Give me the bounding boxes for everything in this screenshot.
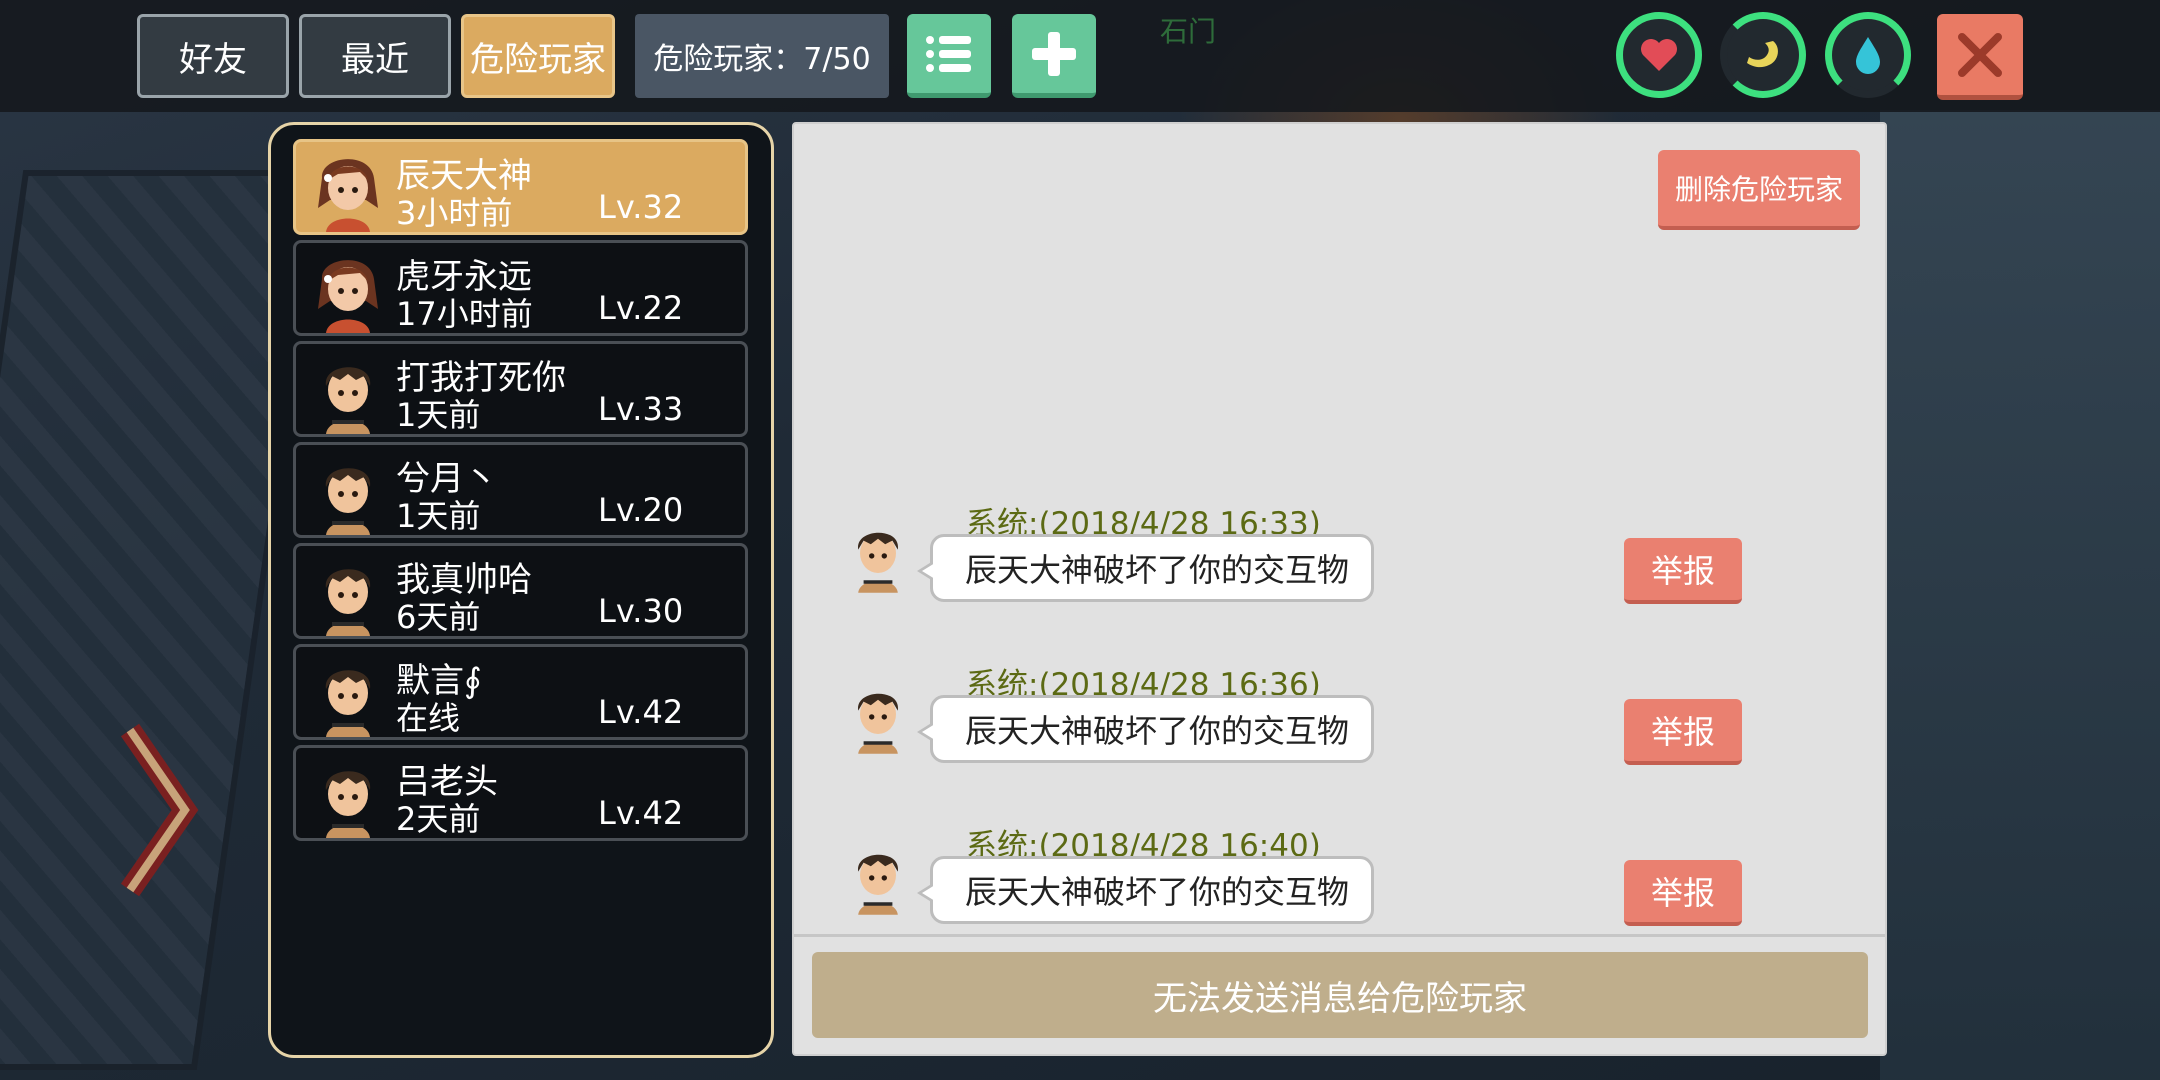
hunger-stat[interactable] <box>1720 12 1806 98</box>
male-avatar <box>858 854 898 915</box>
player-level: Lv.20 <box>598 491 684 529</box>
player-level: Lv.42 <box>598 794 684 832</box>
player-level: Lv.32 <box>598 188 684 226</box>
player-row[interactable]: 兮月丶 1天前 Lv.20 <box>293 442 748 538</box>
add-button[interactable] <box>1012 14 1096 98</box>
send-disabled-bar: 无法发送消息给危险玩家 <box>812 952 1868 1038</box>
close-button[interactable] <box>1937 14 2023 100</box>
player-row[interactable]: 打我打死你 1天前 Lv.33 <box>293 341 748 437</box>
female-avatar <box>318 159 378 232</box>
male-avatar <box>325 569 371 636</box>
water-drop-icon <box>1856 37 1880 74</box>
report-button[interactable]: 举报 <box>1624 699 1742 765</box>
message-item: 系统:(2018/4/28 16:33) 辰天大神破坏了你的交互物 举报 <box>842 498 1742 608</box>
male-avatar <box>325 367 371 434</box>
male-avatar <box>325 771 371 838</box>
divider <box>794 934 1885 937</box>
female-avatar <box>318 260 378 333</box>
close-icon <box>1958 32 2002 77</box>
player-row[interactable]: 我真帅哈 6天前 Lv.30 <box>293 543 748 639</box>
heart-icon <box>1641 39 1677 71</box>
player-last-seen: 1天前 <box>396 497 481 535</box>
plus-icon <box>1032 31 1076 76</box>
player-last-seen: 1天前 <box>396 396 481 434</box>
message-bubble: 辰天大神破坏了你的交互物 <box>916 856 1375 924</box>
tab-friends[interactable]: 好友 <box>137 14 289 98</box>
male-avatar <box>858 693 898 754</box>
player-level: Lv.33 <box>598 390 684 428</box>
message-item: 系统:(2018/4/28 16:40) 辰天大神破坏了你的交互物 举报 <box>842 820 1742 930</box>
list-icon <box>926 35 971 72</box>
player-level: Lv.30 <box>598 592 684 630</box>
player-last-seen: 2天前 <box>396 800 481 838</box>
health-stat[interactable] <box>1616 12 1702 98</box>
player-last-seen: 6天前 <box>396 598 481 636</box>
player-row[interactable]: 吕老头 2天前 Lv.42 <box>293 745 748 841</box>
player-row[interactable]: 默言∮ 在线 Lv.42 <box>293 644 748 740</box>
male-avatar <box>858 532 898 593</box>
player-level: Lv.42 <box>598 693 684 731</box>
message-item: 系统:(2018/4/28 16:36) 辰天大神破坏了你的交互物 举报 <box>842 659 1742 769</box>
report-button[interactable]: 举报 <box>1624 538 1742 604</box>
male-avatar <box>325 468 371 535</box>
player-last-seen: 3小时前 <box>396 194 513 232</box>
player-row[interactable]: 虎牙永远 17小时前 Lv.22 <box>293 240 748 336</box>
male-avatar <box>325 670 371 737</box>
map-location-label: 石门 <box>1160 15 1217 48</box>
dangerous-player-list: 辰天大神 3小时前 Lv.32 虎牙永远 17小时前 Lv.22 打我打死你 1… <box>268 122 774 1058</box>
player-last-seen: 在线 <box>396 699 461 737</box>
report-button[interactable]: 举报 <box>1624 860 1742 926</box>
chevron-right-icon[interactable] <box>110 720 200 900</box>
stomach-icon <box>1747 41 1778 68</box>
list-button[interactable] <box>907 14 991 98</box>
delete-dangerous-player-button[interactable]: 删除危险玩家 <box>1658 150 1860 230</box>
player-last-seen: 17小时前 <box>396 295 533 333</box>
top-bar: 好友 最近 危险玩家 危险玩家：7/50 石门 <box>0 0 2160 112</box>
thirst-stat[interactable] <box>1825 12 1911 98</box>
player-level: Lv.22 <box>598 289 684 327</box>
message-bubble: 辰天大神破坏了你的交互物 <box>916 534 1375 602</box>
message-bubble: 辰天大神破坏了你的交互物 <box>916 695 1375 763</box>
scenery-background <box>1880 110 2160 1080</box>
tab-recent[interactable]: 最近 <box>299 14 451 98</box>
player-row[interactable]: 辰天大神 3小时前 Lv.32 <box>293 139 748 235</box>
message-panel: 删除危险玩家 系统:(2018/4/28 16:33) 辰天大神破坏了你的交互物… <box>792 122 1887 1056</box>
tab-dangerous-players[interactable]: 危险玩家 <box>461 14 615 98</box>
dangerous-player-count: 危险玩家：7/50 <box>635 14 889 98</box>
